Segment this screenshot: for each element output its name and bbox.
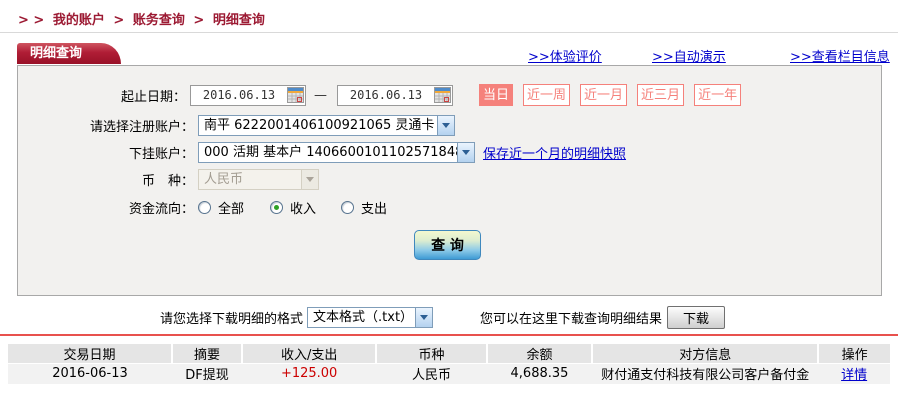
register-account-value: 南平 6222001406100921065 灵通卡 (204, 117, 435, 133)
sub-account-select[interactable]: 000 活期 基本户 1406600101102571848 (198, 141, 475, 163)
date-from-input[interactable]: 2016.06.13 (190, 84, 306, 106)
header-counterparty: 对方信息 (591, 344, 819, 364)
header-currency: 币种 (375, 344, 487, 364)
cell-summary: DF提现 (172, 363, 242, 384)
download-hint: 您可以在这里下载查询明细结果 (480, 311, 663, 327)
link-experience-rating[interactable]: >>体验评价 (528, 46, 602, 65)
query-button[interactable]: 查 询 (414, 230, 481, 260)
range-button-last-year[interactable]: 近一年 (694, 84, 742, 106)
tab-row: 明细查询 >>体验评价 >>自动演示 >>查看栏目信息 (0, 43, 898, 65)
date-to-value: 2016.06.13 (349, 88, 423, 102)
chevron-down-icon[interactable] (415, 307, 433, 327)
calendar-icon[interactable] (434, 87, 451, 103)
red-divider (0, 334, 898, 336)
fund-flow-label: 资金流向： (128, 201, 194, 217)
breadcrumb: > > 我的账户 > 账务查询 > 明细查询 (18, 9, 269, 28)
header-income-expense: 收入/支出 (240, 344, 377, 364)
calendar-icon[interactable] (287, 87, 304, 103)
table-row: 2016-06-13 DF提现 +125.00 人民币 4,688.35 财付通… (8, 363, 890, 384)
cell-counterparty: 财付通支付科技有限公司客户备付金 (592, 363, 819, 384)
sub-account-row: 下挂账户： 000 活期 基本户 1406600101102571848 保存近… (18, 141, 626, 163)
currency-select-disabled: 人民币 (198, 168, 319, 190)
table-header-row: 交易日期 摘要 收入/支出 币种 余额 对方信息 操作 (8, 344, 890, 364)
cell-balance: 4,688.35 (486, 363, 593, 384)
date-range-label: 起止日期： (120, 89, 186, 105)
date-separator: — (314, 87, 327, 103)
range-button-today[interactable]: 当日 (479, 84, 514, 106)
header-summary: 摘要 (171, 344, 242, 364)
link-auto-demo[interactable]: >>自动演示 (652, 46, 726, 65)
radio-all-label: 全部 (218, 201, 245, 217)
detail-link[interactable]: 详情 (841, 368, 867, 383)
date-from-value: 2016.06.13 (202, 88, 276, 102)
link-auto-demo-label: >>自动演示 (652, 50, 726, 65)
download-format-label: 请您选择下载明细的格式 (160, 311, 304, 327)
sub-account-value: 000 活期 基本户 1406600101102571848 (204, 144, 457, 160)
range-button-last-3-months[interactable]: 近三月 (637, 84, 685, 106)
currency-value: 人民币 (204, 171, 244, 187)
breadcrumb-link-account-query[interactable]: 账务查询 (133, 13, 185, 28)
cell-action: 详情 (818, 363, 890, 384)
currency-row: 币 种： 人民币 (18, 168, 319, 190)
cell-currency: 人民币 (376, 363, 487, 384)
link-experience-rating-label: >>体验评价 (528, 50, 602, 65)
download-format-select[interactable]: 文本格式（.txt） (307, 306, 434, 328)
link-view-column-info-label: >>查看栏目信息 (790, 50, 890, 65)
chevron-down-icon[interactable] (437, 115, 454, 135)
radio-income-label: 收入 (290, 201, 317, 217)
header-trade-date: 交易日期 (8, 344, 173, 364)
register-account-row: 请选择注册账户： 南平 6222001406100921065 灵通卡 (18, 114, 455, 136)
header-balance: 余额 (485, 344, 593, 364)
detail-query-page: > > 我的账户 > 账务查询 > 明细查询 明细查询 >>体验评价 >>自动演… (0, 0, 898, 408)
download-button[interactable]: 下载 (667, 305, 726, 329)
download-row: 请您选择下载明细的格式 文本格式（.txt） 您可以在这里下载查询明细结果 下载 (0, 304, 898, 330)
result-table: 交易日期 摘要 收入/支出 币种 余额 对方信息 操作 2016-06-13 D… (8, 344, 890, 384)
breadcrumb-link-detail-query[interactable]: 明细查询 (213, 13, 265, 28)
breadcrumb-link-my-account[interactable]: 我的账户 (53, 13, 105, 28)
chevron-down-icon (301, 169, 318, 189)
breadcrumb-separator: > (193, 13, 205, 28)
sub-account-label: 下挂账户： (128, 146, 194, 162)
currency-label: 币 种： (141, 173, 194, 189)
radio-expense[interactable]: 支出 (341, 198, 387, 217)
tab-detail-query: 明细查询 (17, 43, 121, 64)
range-button-last-month[interactable]: 近一月 (580, 84, 628, 106)
cell-trade-date: 2016-06-13 (8, 363, 173, 384)
download-format-value: 文本格式（.txt） (313, 309, 414, 325)
query-form-panel: 起止日期： 2016.06.13 — 2016.06.13 当日 近一周 近一月… (17, 65, 882, 296)
radio-all[interactable]: 全部 (198, 198, 244, 217)
chevron-down-icon[interactable] (457, 142, 474, 162)
fund-flow-row: 资金流向： 全部 收入 支出 (18, 196, 387, 218)
cell-amount: +125.00 (241, 363, 377, 384)
register-account-select[interactable]: 南平 6222001406100921065 灵通卡 (198, 114, 455, 136)
date-range-row: 起止日期： 2016.06.13 — 2016.06.13 当日 近一周 近一月… (18, 84, 742, 106)
register-account-label: 请选择注册账户： (89, 119, 194, 135)
radio-income[interactable]: 收入 (270, 198, 316, 217)
radio-expense-label: 支出 (361, 201, 388, 217)
save-snapshot-link[interactable]: 保存近一个月的明细快照 (483, 143, 626, 162)
date-to-input[interactable]: 2016.06.13 (337, 84, 453, 106)
range-button-last-week[interactable]: 近一周 (523, 84, 571, 106)
breadcrumb-prefix: > > (18, 13, 45, 28)
radio-income-circle[interactable] (270, 200, 284, 214)
radio-all-circle[interactable] (198, 200, 211, 214)
breadcrumb-separator: > (113, 13, 125, 28)
header-action: 操作 (817, 344, 890, 364)
radio-expense-circle[interactable] (341, 200, 355, 214)
link-view-column-info[interactable]: >>查看栏目信息 (790, 46, 890, 65)
top-divider (0, 32, 898, 33)
